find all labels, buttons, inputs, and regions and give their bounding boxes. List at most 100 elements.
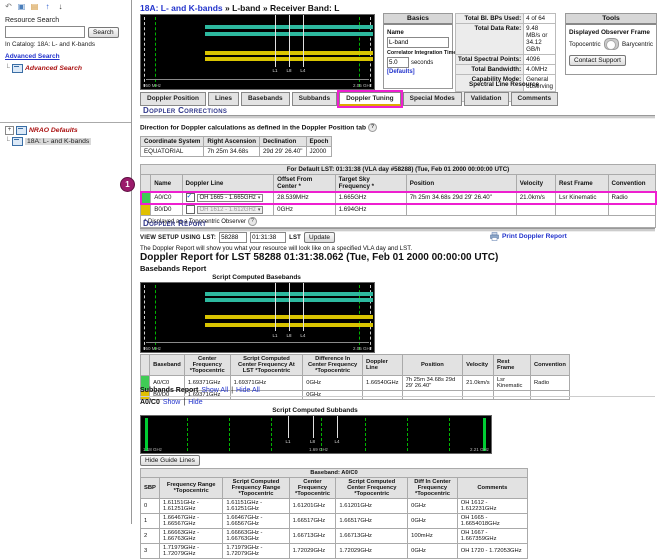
sidebar: ↶ ▣ ▤ ↑ ↓ Resource Search Search In Cata… bbox=[0, 0, 132, 524]
column-header: Difference In Center Frequency *Topocent… bbox=[303, 355, 363, 376]
basebands-report-heading: Basebands Report bbox=[140, 264, 206, 273]
subbands-table: Baseband: A0/C0 SBP Frequency Range *Top… bbox=[140, 468, 528, 559]
doppler-corrections-heading: Doppler Corrections bbox=[143, 106, 227, 115]
baseband-group-label: A0/C0 bbox=[140, 399, 160, 406]
frequency-axis bbox=[146, 79, 370, 80]
tab-validation[interactable]: Validation bbox=[464, 92, 509, 106]
comments-value: OH 1665 - 1.6654018GHz bbox=[457, 514, 527, 529]
tab-subbands[interactable]: Subbands bbox=[292, 92, 337, 106]
convention-value bbox=[608, 204, 655, 216]
tab-basebands[interactable]: Basebands bbox=[241, 92, 290, 106]
arrow-down-icon[interactable]: ↓ bbox=[56, 2, 65, 11]
paste-icon[interactable]: ▤ bbox=[30, 2, 39, 11]
name-field[interactable] bbox=[387, 37, 449, 48]
update-button[interactable]: Update bbox=[304, 232, 335, 243]
integration-time-field[interactable] bbox=[387, 57, 409, 68]
tab-special-modes[interactable]: Special Modes bbox=[403, 92, 462, 106]
position-value bbox=[406, 204, 516, 216]
arrow-up-icon[interactable]: ↑ bbox=[43, 2, 52, 11]
sidebar-item-catalog[interactable]: └ 18A: L- and K-bands bbox=[5, 137, 91, 146]
tab-lines[interactable]: Lines bbox=[208, 92, 239, 106]
axis-center-label: 1.69 GHz bbox=[309, 447, 328, 452]
guide-line-green bbox=[187, 418, 188, 451]
topocentric-label: Topocentric bbox=[569, 41, 601, 48]
summary-value: 4.0MHz bbox=[524, 65, 556, 75]
help-icon[interactable]: ? bbox=[248, 217, 257, 226]
axis-max-label: 2.05 GHz bbox=[353, 346, 372, 351]
baseband-color-swatch bbox=[141, 204, 151, 216]
column-header: Diff In Center Frequency *Topocentric bbox=[408, 478, 458, 499]
offset-value: 0GHz bbox=[274, 204, 335, 216]
table-row: * Displayed as a Topocentric Observer? bbox=[141, 216, 656, 228]
printer-icon bbox=[490, 232, 499, 241]
resource-search-input[interactable] bbox=[5, 26, 85, 38]
contact-support-button[interactable]: Contact Support bbox=[569, 55, 626, 66]
table-row: Total Bl. BPs Used:4 of 64 bbox=[456, 14, 556, 24]
column-header: Script Computed Frequency Range *Topocen… bbox=[223, 478, 289, 499]
diff-value: 0GHz bbox=[408, 514, 458, 529]
doppler-line-cell: OH 1612 - 1.612GHz▾ bbox=[182, 204, 274, 216]
page-title: Receiver Band: L bbox=[270, 3, 339, 13]
lst-time-field[interactable] bbox=[250, 232, 286, 243]
defaults-link[interactable]: [Defaults] bbox=[387, 69, 415, 75]
default-lst-header: For Default LST: 01:31:38 (VLA day #5828… bbox=[141, 165, 656, 175]
summary-label: Total Spectral Points: bbox=[456, 55, 524, 65]
breadcrumb-separator: » bbox=[263, 3, 268, 13]
search-button[interactable]: Search bbox=[88, 27, 119, 38]
baseband-name: B0/D0 bbox=[151, 204, 182, 216]
sidebar-item-advanced-search[interactable]: └ Advanced Search bbox=[5, 64, 82, 73]
tab-doppler-position[interactable]: Doppler Position bbox=[140, 92, 206, 106]
doppler-report-heading: Doppler Report bbox=[143, 219, 206, 228]
rest-frame-value: Lsr Kinematic bbox=[555, 192, 608, 204]
show-all-link[interactable]: Show All bbox=[201, 387, 228, 394]
chevron-down-icon: ▾ bbox=[258, 195, 261, 201]
resource-type-caption: Spectral Line Resource bbox=[455, 81, 553, 88]
help-icon[interactable]: ? bbox=[368, 123, 377, 132]
doppler-tuning-table: For Default LST: 01:31:38 (VLA day #5828… bbox=[140, 164, 656, 228]
direction-text: Direction for Doppler calculations as de… bbox=[140, 123, 377, 132]
topocentric-footnote: * Displayed as a Topocentric Observer? bbox=[141, 216, 656, 228]
lst-day-field[interactable] bbox=[219, 232, 247, 243]
sidebar-item-nrao-defaults[interactable]: + NRAO Defaults bbox=[5, 126, 78, 135]
undo-icon[interactable]: ↶ bbox=[4, 2, 13, 11]
hide-guide-lines-button[interactable]: Hide Guide Lines bbox=[140, 455, 200, 466]
breadcrumb-catalog[interactable]: 18A: L- and K-bands bbox=[140, 3, 223, 13]
link-divider: | bbox=[183, 399, 185, 406]
hide-all-link[interactable]: Hide All bbox=[236, 387, 260, 394]
sidebar-toolbar: ↶ ▣ ▤ ↑ ↓ bbox=[4, 2, 65, 11]
convention-value bbox=[531, 391, 570, 400]
column-header: Script Computed Center Frequency At LST … bbox=[230, 355, 303, 376]
table-row: Total Spectral Points:4096 bbox=[456, 55, 556, 65]
doppler-line-select[interactable]: OH 1665 - 1.665GHz▾ bbox=[197, 194, 264, 202]
doppler-line-checkbox[interactable] bbox=[186, 205, 195, 214]
tab-comments[interactable]: Comments bbox=[511, 92, 559, 106]
rest-frame-value bbox=[555, 204, 608, 216]
subbands-plot-title: Script Computed Subbands bbox=[140, 407, 490, 414]
observer-frame-label: Displayed Observer Frame bbox=[569, 29, 653, 36]
doppler-line-checkbox[interactable] bbox=[186, 193, 195, 202]
guide-line-green bbox=[407, 418, 408, 451]
copy-icon[interactable]: ▣ bbox=[17, 2, 26, 11]
hide-link[interactable]: Hide bbox=[188, 399, 202, 406]
table-row: Total Data Rate:9.48 MB/s or 34.12 GB/h bbox=[456, 24, 556, 55]
expander-icon[interactable]: + bbox=[5, 126, 14, 135]
link-divider: | bbox=[231, 387, 233, 394]
observer-frame-toggle[interactable] bbox=[604, 38, 619, 50]
guide-label: L8 bbox=[286, 68, 291, 73]
column-header: Declination bbox=[259, 137, 306, 147]
tab-doppler-tuning[interactable]: Doppler Tuning bbox=[339, 92, 401, 106]
advanced-search-link[interactable]: Advanced Search bbox=[5, 53, 60, 60]
subband-row: 3 1.71979GHz - 1.72079GHz 1.71979GHz - 1… bbox=[141, 544, 528, 559]
guide-label: L8 bbox=[310, 439, 315, 444]
column-header: Position bbox=[406, 175, 516, 192]
subbands-report-links: Subbands Report Show All | Hide All bbox=[140, 387, 260, 394]
column-header: SBP bbox=[141, 478, 160, 499]
show-link[interactable]: Show bbox=[163, 399, 181, 406]
frequency-range-value: 1.61151GHz - 1.61251GHz bbox=[159, 499, 222, 514]
print-doppler-report-link[interactable]: Print Doppler Report bbox=[490, 232, 567, 241]
velocity-value: 21.0km/s bbox=[516, 192, 555, 204]
doppler-line-select[interactable]: OH 1612 - 1.612GHz▾ bbox=[197, 206, 264, 214]
doppler-line-value bbox=[363, 391, 403, 400]
swatch-column bbox=[141, 355, 150, 376]
spectral-guide-line bbox=[313, 416, 314, 438]
